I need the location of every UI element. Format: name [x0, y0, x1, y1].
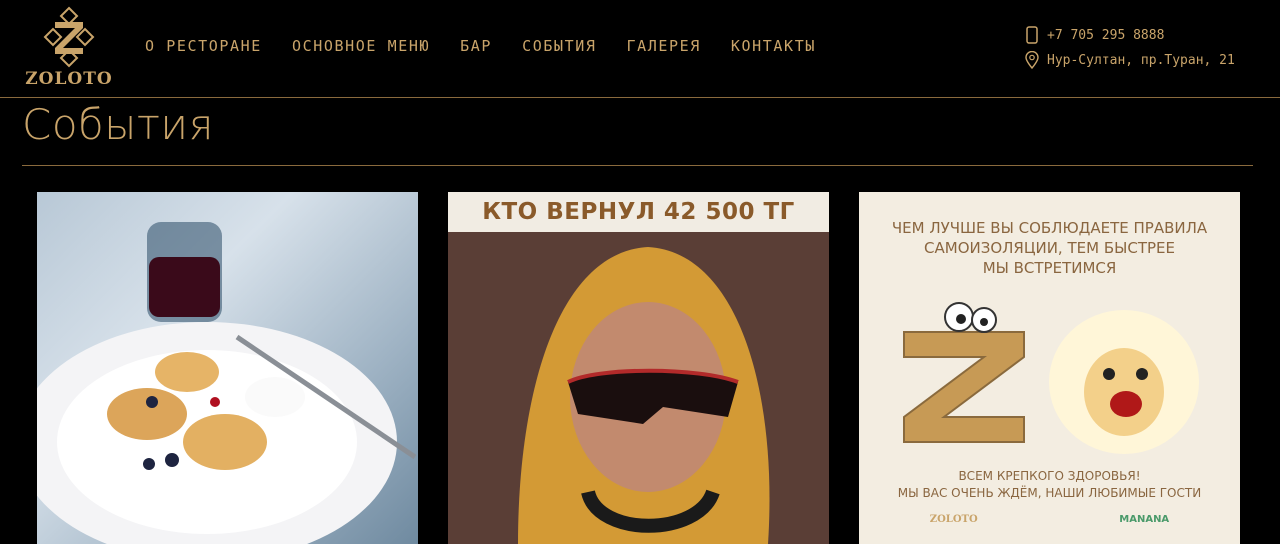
phone-icon: [1023, 25, 1041, 45]
event-card-video[interactable]: КТО ВЕРНУЛ 42 500 ТГ: [448, 192, 829, 544]
header-contacts: +7 705 295 8888 Нур-Султан, пр.Туран, 21: [1023, 24, 1253, 74]
address-text: Нур-Султан, пр.Туран, 21: [1047, 52, 1235, 68]
selfisolation-footer: ВСЕМ КРЕПКОГО ЗДОРОВЬЯ! МЫ ВАС ОЧЕНЬ ЖДЁ…: [897, 469, 1202, 500]
nav-contacts[interactable]: КОНТАКТЫ: [731, 37, 816, 55]
partner-logo-zoloto: ZOLOTO: [929, 514, 978, 525]
partner-logo-manana: MANANA: [1119, 514, 1170, 525]
nav-menu[interactable]: ОСНОВНОЕ МЕНЮ: [292, 37, 430, 55]
event-card-selfisolation[interactable]: ЧЕМ ЛУЧШЕ ВЫ СОБЛЮДАЕТЕ ПРАВИЛА САМОИЗОЛ…: [859, 192, 1240, 544]
phone-number[interactable]: +7 705 295 8888: [1047, 28, 1164, 43]
man-in-yellow-hoodie-photo: [448, 232, 829, 544]
event-card-syrniki[interactable]: [37, 192, 418, 544]
phone-row[interactable]: +7 705 295 8888: [1023, 24, 1253, 46]
brand-name: ZOLOTO: [25, 69, 113, 89]
selfisolation-headline: ЧЕМ ЛУЧШЕ ВЫ СОБЛЮДАЕТЕ ПРАВИЛА САМОИЗОЛ…: [891, 219, 1208, 277]
nav-about[interactable]: О РЕСТОРАНЕ: [145, 37, 262, 55]
page-title: События: [22, 100, 214, 149]
mascots-illustration: [903, 302, 1199, 454]
nav-gallery[interactable]: ГАЛЕРЕЯ: [626, 37, 700, 55]
address-row: Нур-Султан, пр.Туран, 21: [1023, 49, 1253, 71]
map-pin-icon: [1023, 50, 1041, 70]
nav-bar[interactable]: БАР: [460, 37, 492, 55]
main-nav: О РЕСТОРАНЕ ОСНОВНОЕ МЕНЮ БАР СОБЫТИЯ ГА…: [145, 37, 846, 55]
partner-logos: ZOLOTO MANANA: [859, 514, 1240, 525]
site-header: ZOLOTO О РЕСТОРАНЕ ОСНОВНОЕ МЕНЮ БАР СОБ…: [0, 0, 1280, 98]
title-divider: [22, 165, 1253, 166]
video-banner: КТО ВЕРНУЛ 42 500 ТГ: [448, 192, 829, 232]
brand-logo[interactable]: ZOLOTO: [20, 6, 118, 90]
video-banner-text: КТО ВЕРНУЛ 42 500 ТГ: [482, 199, 795, 225]
syrniki-plate-photo: [37, 222, 417, 544]
zoloto-logo-icon: [43, 6, 95, 68]
nav-events[interactable]: СОБЫТИЯ: [522, 37, 596, 55]
